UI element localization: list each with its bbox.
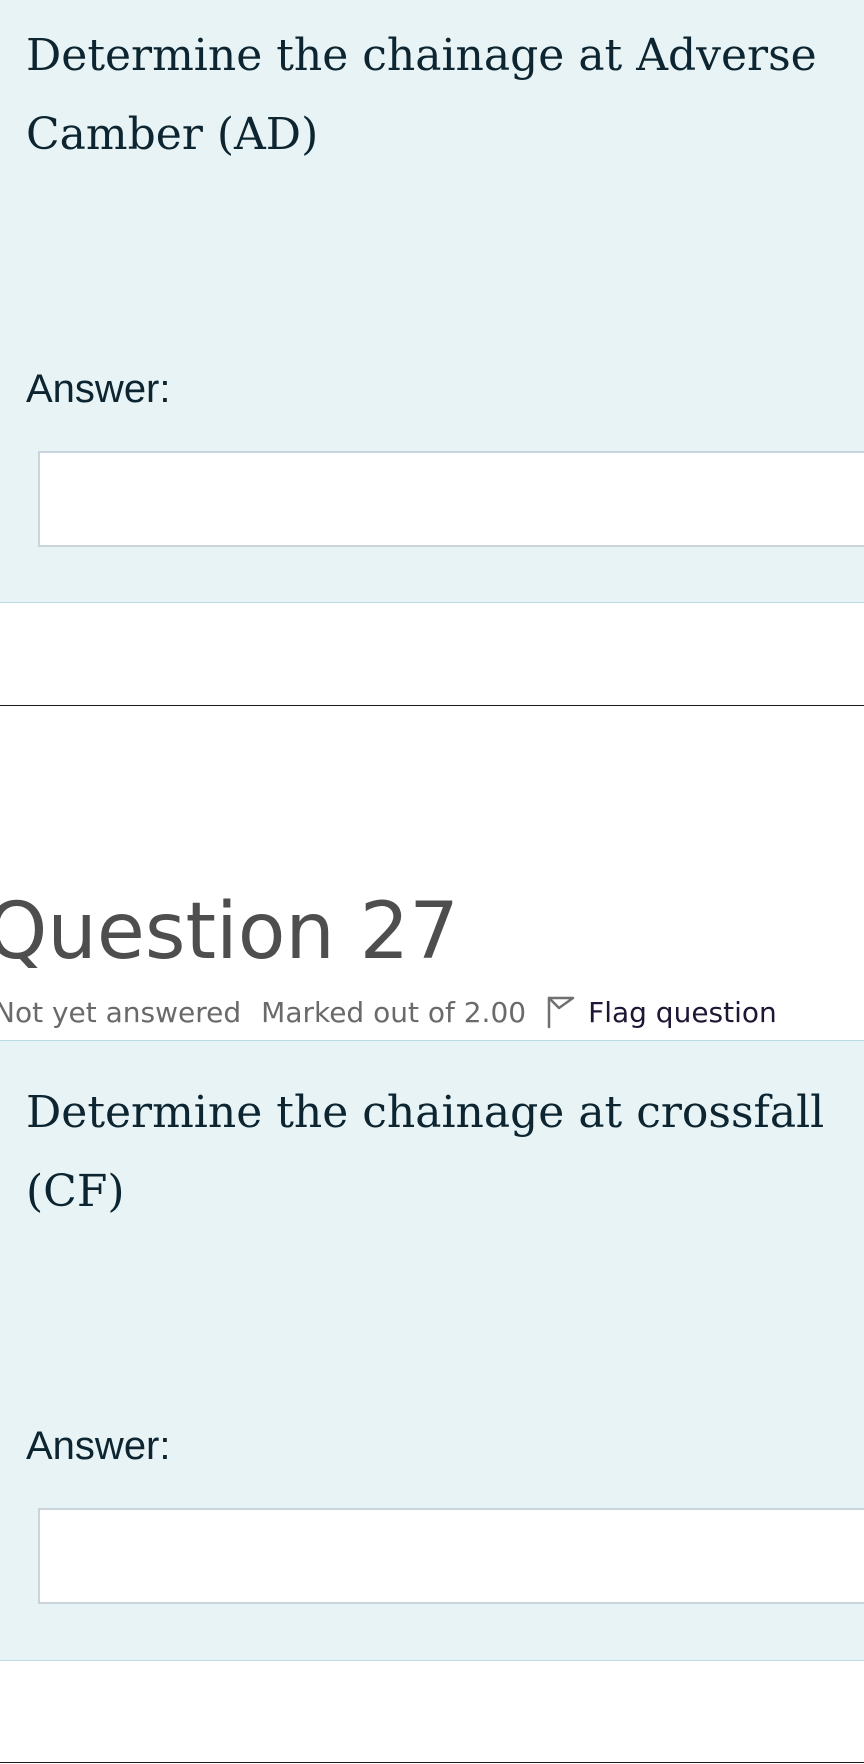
flag-icon	[544, 994, 578, 1030]
question-state: Not yet answered	[0, 995, 242, 1029]
flag-question-label: Flag question	[588, 995, 777, 1029]
question-number-heading: Question 27	[0, 887, 459, 977]
question-27-formulation: Determine the chainage at crossfall (CF)…	[0, 1041, 864, 1661]
question-text: Determine the chainage at Adverse Camber…	[26, 30, 817, 160]
question-26-formulation: Determine the chainage at Adverse Camber…	[0, 0, 864, 603]
question-divider	[0, 705, 864, 706]
answer-input[interactable]	[38, 1508, 864, 1604]
question-info: Not yet answered Marked out of 2.00 Flag…	[0, 994, 777, 1030]
answer-label: Answer:	[26, 367, 171, 411]
question-grade: Marked out of 2.00	[261, 995, 527, 1029]
question-divider	[0, 1762, 864, 1763]
answer-input[interactable]	[38, 451, 864, 547]
question-text: Determine the chainage at crossfall (CF)	[26, 1087, 825, 1217]
answer-label: Answer:	[26, 1424, 171, 1468]
flag-question-link[interactable]: Flag question	[544, 994, 777, 1030]
